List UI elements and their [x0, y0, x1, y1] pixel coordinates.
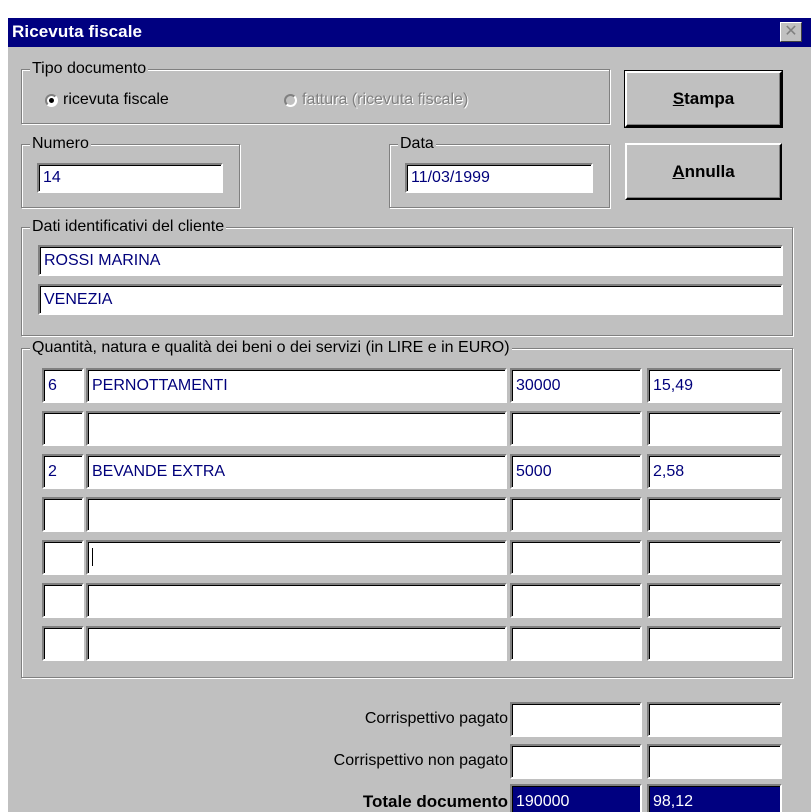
row-euro-field[interactable]: 2,58	[647, 454, 782, 489]
fattura-radio	[284, 94, 297, 107]
cliente-legend: Dati identificativi del cliente	[30, 217, 227, 237]
row-euro-field[interactable]	[647, 411, 782, 446]
row-lire-field[interactable]	[510, 540, 642, 575]
pagato-euro-field[interactable]	[647, 702, 782, 737]
data-legend: Data	[398, 134, 436, 154]
row-qty-field[interactable]: 6	[42, 368, 84, 403]
row-qty-field[interactable]	[42, 540, 84, 575]
stampa-button[interactable]: Stampa	[624, 70, 783, 128]
row-desc-field[interactable]	[86, 411, 507, 446]
row-lire-field[interactable]: 30000	[510, 368, 642, 403]
row-qty-field[interactable]	[42, 626, 84, 661]
cliente-city-field[interactable]: VENEZIA	[38, 284, 783, 315]
ricevuta-radio[interactable]	[45, 94, 58, 107]
fattura-label: fattura (ricevuta fiscale)	[302, 91, 469, 108]
beni-legend: Quantità, natura e qualità dei beni o de…	[30, 338, 512, 358]
row-desc-field[interactable]: BEVANDE EXTRA	[86, 454, 507, 489]
row-euro-field[interactable]	[647, 626, 782, 661]
row-lire-field[interactable]	[510, 583, 642, 618]
non-pagato-euro-field[interactable]	[647, 744, 782, 779]
numero-legend: Numero	[30, 134, 91, 154]
annulla-button[interactable]: Annulla	[625, 143, 782, 200]
ricevuta-label[interactable]: ricevuta fiscale	[63, 91, 169, 109]
cliente-name-field[interactable]: ROSSI MARINA	[38, 245, 783, 276]
annulla-label: nnulla	[684, 162, 735, 181]
title-bar: Ricevuta fiscale ✕	[8, 18, 811, 47]
row-qty-field[interactable]	[42, 411, 84, 446]
row-euro-field[interactable]	[647, 540, 782, 575]
stampa-label: tampa	[684, 89, 735, 108]
close-button[interactable]: ✕	[780, 22, 802, 42]
window-title: Ricevuta fiscale	[12, 22, 143, 41]
stampa-mnemonic: S	[672, 89, 685, 108]
numero-field[interactable]: 14	[37, 163, 223, 193]
row-desc-field[interactable]	[86, 626, 507, 661]
totale-euro-field: 98,12	[647, 784, 782, 812]
data-field[interactable]: 11/03/1999	[405, 163, 593, 193]
annulla-mnemonic: A	[672, 162, 685, 181]
row-lire-field[interactable]	[510, 626, 642, 661]
close-icon: ✕	[784, 23, 798, 40]
row-desc-field[interactable]	[86, 497, 507, 532]
row-lire-field[interactable]: 5000	[510, 454, 642, 489]
row-euro-field[interactable]	[647, 497, 782, 532]
corrispettivo-pagato-label: Corrispettivo pagato	[364, 710, 508, 727]
row-desc-field[interactable]: PERNOTTAMENTI	[86, 368, 507, 403]
non-pagato-lire-field[interactable]	[510, 744, 642, 779]
row-lire-field[interactable]	[510, 411, 642, 446]
row-euro-field[interactable]	[647, 583, 782, 618]
totale-documento-label: Totale documento	[362, 792, 508, 811]
row-desc-field[interactable]	[86, 583, 507, 618]
row-qty-field[interactable]	[42, 583, 84, 618]
row-qty-field[interactable]: 2	[42, 454, 84, 489]
row-qty-field[interactable]	[42, 497, 84, 532]
row-lire-field[interactable]	[510, 497, 642, 532]
totale-lire-field: 190000	[510, 784, 642, 812]
pagato-lire-field[interactable]	[510, 702, 642, 737]
text-caret	[92, 548, 93, 566]
cliente-group: Dati identificativi del cliente	[21, 217, 793, 336]
tipo-documento-legend: Tipo documento	[30, 59, 149, 79]
row-euro-field[interactable]: 15,49	[647, 368, 782, 403]
row-desc-field-active[interactable]	[86, 540, 507, 575]
corrispettivo-non-pagato-label: Corrispettivo non pagato	[333, 752, 508, 769]
receipt-dialog: Ricevuta fiscale ✕ Tipo documento ricevu…	[8, 18, 811, 812]
